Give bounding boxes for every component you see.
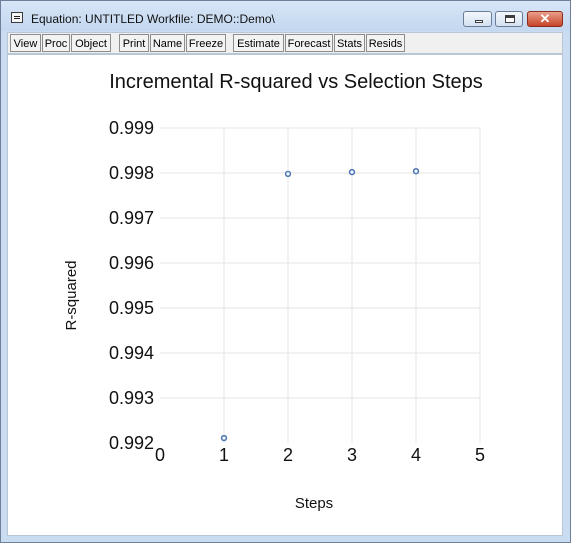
view-button[interactable]: View — [10, 34, 41, 52]
x-tick-label: 3 — [347, 445, 357, 465]
name-button[interactable]: Name — [150, 34, 185, 52]
y-tick-label: 0.994 — [109, 343, 154, 363]
object-button[interactable]: Object — [71, 34, 111, 52]
y-tick-label: 0.999 — [109, 118, 154, 138]
x-tick-label: 4 — [411, 445, 421, 465]
window-title: Equation: UNTITLED Workfile: DEMO::Demo\ — [31, 12, 275, 26]
y-axis-label: R-squared — [63, 260, 80, 330]
scatter-chart: 0.999 0.998 0.997 0.996 0.995 0.994 0.993 0.992… — [63, 118, 485, 512]
x-tick-label: 2 — [283, 445, 293, 465]
forecast-button[interactable]: Forecast — [285, 34, 333, 52]
minimize-icon — [475, 20, 483, 23]
y-tick-label: 0.998 — [109, 163, 154, 183]
equation-window: Equation: UNTITLED Workfile: DEMO::Demo\… — [0, 0, 571, 543]
stats-button[interactable]: Stats — [334, 34, 365, 52]
data-point — [220, 434, 228, 442]
maximize-button[interactable] — [495, 11, 523, 27]
x-tick-label: 5 — [475, 445, 485, 465]
print-button[interactable]: Print — [119, 34, 149, 52]
minimize-button[interactable] — [463, 11, 492, 27]
y-tick-label: 0.995 — [109, 298, 154, 318]
proc-button[interactable]: Proc — [42, 34, 70, 52]
data-point — [284, 170, 292, 178]
title-bar[interactable]: Equation: UNTITLED Workfile: DEMO::Demo\… — [1, 1, 570, 31]
equation-toolbar: View Proc Object Print Name Freeze Estim… — [7, 32, 563, 54]
maximize-icon — [505, 15, 515, 23]
x-tick-label: 1 — [219, 445, 229, 465]
system-menu-icon[interactable] — [11, 12, 23, 23]
y-tick-label: 0.997 — [109, 208, 154, 228]
y-tick-label: 0.992 — [109, 433, 154, 453]
y-tick-label: 0.996 — [109, 253, 154, 273]
close-icon: ✕ — [539, 11, 551, 26]
x-axis-label: Steps — [295, 495, 333, 512]
data-point — [412, 167, 420, 175]
estimate-button[interactable]: Estimate — [233, 34, 284, 52]
graph-area: Incremental R-squared vs Selection Steps… — [7, 54, 563, 536]
x-tick-label: 0 — [155, 445, 165, 465]
close-button[interactable]: ✕ — [527, 11, 563, 27]
freeze-button[interactable]: Freeze — [186, 34, 226, 52]
data-point — [348, 168, 356, 176]
y-tick-label: 0.993 — [109, 388, 154, 408]
resids-button[interactable]: Resids — [366, 34, 405, 52]
